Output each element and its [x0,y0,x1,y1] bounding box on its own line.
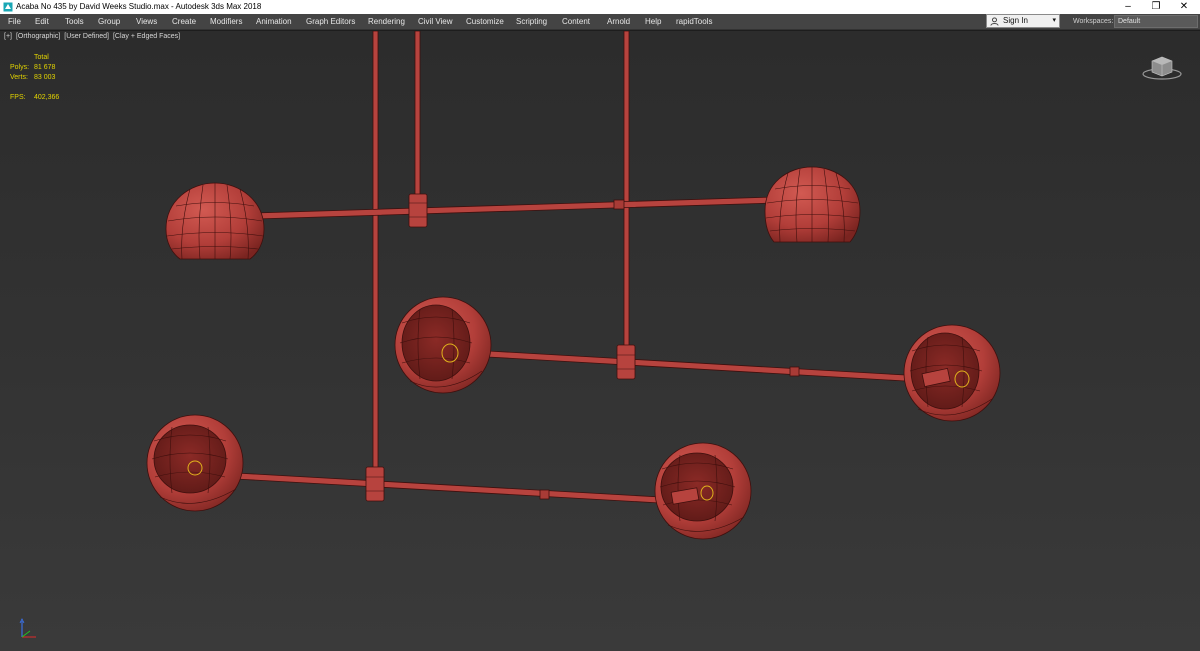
sign-in-label: Sign In [1003,16,1028,25]
hanging-rod[interactable] [623,31,630,348]
minimize-button[interactable]: – [1114,0,1142,14]
chevron-down-icon: ▾ [1052,17,1056,24]
user-icon [990,17,999,26]
sphere-shade[interactable] [903,324,1001,422]
arm-hub[interactable] [408,193,428,228]
sphere-shade[interactable] [146,414,244,512]
maximize-button[interactable]: ❐ [1142,0,1170,14]
workspaces-select[interactable]: Default [1114,15,1198,28]
sign-in-dropdown[interactable]: Sign In ▾ [986,14,1060,28]
arm-joint[interactable] [539,489,550,500]
menu-animation[interactable]: Animation [256,14,292,29]
title-bar: Acaba No 435 by David Weeks Studio.max -… [0,0,1200,14]
menu-content[interactable]: Content [562,14,590,29]
lamp-arm[interactable] [235,472,661,504]
sphere-shade[interactable] [654,442,752,540]
chandelier-model[interactable] [0,31,1200,651]
menu-civil-view[interactable]: Civil View [418,14,453,29]
menu-views[interactable]: Views [136,14,157,29]
menu-group[interactable]: Group [98,14,120,29]
menu-help[interactable]: Help [645,14,661,29]
dome-shade[interactable] [165,182,265,260]
menu-graph-editors[interactable]: Graph Editors [306,14,355,29]
viewcube[interactable] [1142,53,1182,81]
menu-modifiers[interactable]: Modifiers [210,14,242,29]
dome-shade[interactable] [764,166,861,243]
axis-tripod-icon [19,618,36,638]
arm-joint[interactable] [613,199,625,210]
menu-edit[interactable]: Edit [35,14,49,29]
menu-scripting[interactable]: Scripting [516,14,547,29]
close-button[interactable]: ✕ [1170,0,1198,14]
menu-rendering[interactable]: Rendering [368,14,405,29]
menu-file[interactable]: File [8,14,21,29]
hanging-rod[interactable] [372,31,379,470]
window-title: Acaba No 435 by David Weeks Studio.max -… [16,2,262,11]
menu-rapidtools[interactable]: rapidTools [676,14,712,29]
menu-customize[interactable]: Customize [466,14,504,29]
arm-joint[interactable] [789,366,800,377]
menu-create[interactable]: Create [172,14,196,29]
arm-hub[interactable] [616,344,636,380]
workspaces-label: Workspaces: [1073,18,1114,25]
sphere-shade[interactable] [394,296,492,394]
menu-arnold[interactable]: Arnold [607,14,630,29]
perspective-viewport[interactable]: [+] [Orthographic] [User Defined] [Clay … [0,30,1200,651]
hanging-rod[interactable] [414,31,421,197]
arm-hub[interactable] [365,466,385,502]
3ds-max-app-icon [3,2,13,12]
menu-tools[interactable]: Tools [65,14,84,29]
lamp-arm[interactable] [254,196,776,220]
lamp-arm[interactable] [487,350,906,382]
